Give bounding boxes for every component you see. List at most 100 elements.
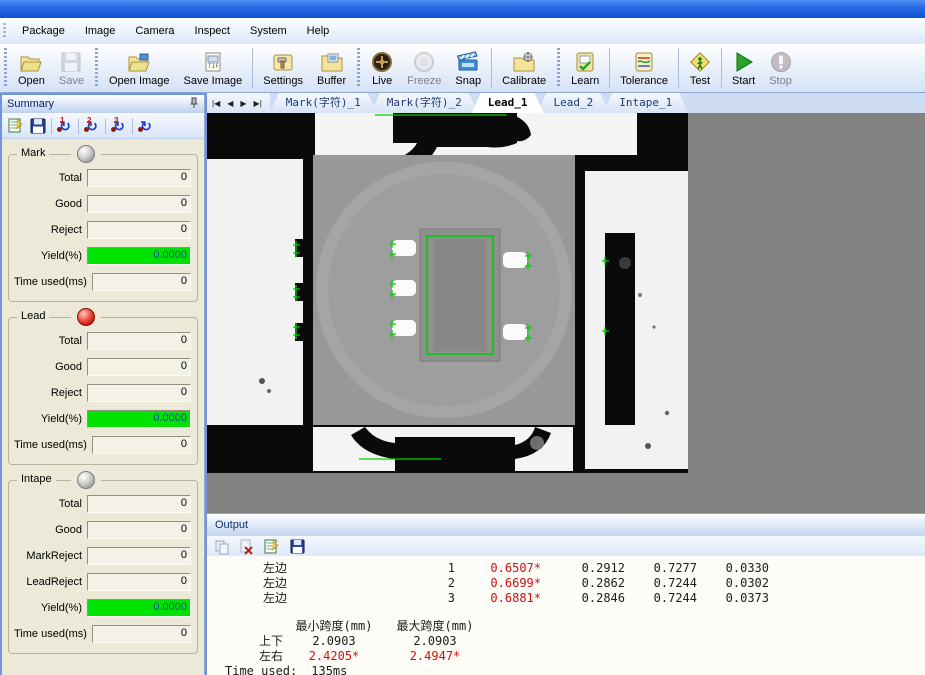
reset-counter-1-icon[interactable]: ↻1 — [54, 115, 76, 136]
pin-icon[interactable] — [189, 97, 199, 112]
save-output-icon[interactable] — [287, 537, 307, 556]
menu-help[interactable]: Help — [297, 22, 340, 40]
value: 0.0373 — [697, 591, 769, 606]
value: 0.2846 — [541, 591, 625, 606]
start-button[interactable]: Start — [725, 45, 762, 91]
value-alarm: 0.6699* — [455, 576, 541, 591]
save-image-button[interactable]: TIF Save Image — [177, 45, 250, 91]
value: 0.0330 — [697, 561, 769, 576]
menu-image[interactable]: Image — [75, 22, 126, 40]
toolbar-separator — [678, 48, 679, 88]
stop-icon — [770, 49, 792, 74]
buffer-button[interactable]: Buffer — [310, 45, 353, 91]
image-viewport — [207, 113, 925, 513]
tab-mark-1[interactable]: Mark(字符)_1 — [270, 93, 377, 113]
tab-intape-1[interactable]: Intape_1 — [603, 93, 688, 113]
toolbar-grip-handle[interactable] — [357, 48, 360, 88]
clear-output-icon[interactable] — [237, 537, 257, 556]
field-label: Yield(%) — [41, 602, 82, 614]
row-index: 3 — [287, 591, 455, 606]
tab-lead-1[interactable]: Lead_1 — [472, 93, 544, 113]
menubar-grip-handle[interactable] — [3, 23, 6, 39]
menu-camera[interactable]: Camera — [125, 22, 184, 40]
toolbar-grip-handle[interactable] — [95, 48, 98, 88]
span-row: 上下2.09032.0903 — [223, 634, 925, 649]
freeze-label: Freeze — [407, 75, 441, 87]
field-label: Time used(ms) — [14, 276, 87, 288]
measurement-row: 左边30.6881*0.28460.72440.0373 — [223, 591, 925, 606]
tab-lead-2[interactable]: Lead_2 — [538, 93, 610, 113]
toolbar-separator — [721, 48, 722, 88]
mark-yield-value: 0.0000 — [87, 247, 191, 265]
export-output-icon[interactable] — [262, 537, 282, 556]
stop-button[interactable]: Stop — [762, 45, 799, 91]
span-min: 2.0903 — [283, 634, 385, 649]
save-icon — [61, 49, 81, 74]
title-bar — [0, 0, 925, 18]
field-label: Total — [59, 498, 82, 510]
menu-inspect[interactable]: Inspect — [185, 22, 240, 40]
tolerance-button[interactable]: Tolerance — [613, 45, 675, 91]
intape-total-value: 0 — [87, 495, 191, 513]
next-tab-icon[interactable]: ▶ — [240, 99, 246, 108]
field-label: Reject — [51, 387, 82, 399]
save-button[interactable]: Save — [52, 45, 91, 91]
mark-group-label: Mark — [17, 147, 49, 159]
dot-glyph — [111, 127, 116, 132]
menu-package[interactable]: Package — [12, 22, 75, 40]
lead-status-led — [77, 308, 95, 326]
open-button[interactable]: Open — [11, 45, 52, 91]
field-label: Yield(%) — [41, 250, 82, 262]
settings-button[interactable]: Settings — [256, 45, 310, 91]
save-image-icon: TIF — [202, 49, 224, 74]
intape-led-wrap — [71, 471, 101, 489]
buffer-label: Buffer — [317, 75, 346, 87]
tolerance-label: Tolerance — [620, 75, 668, 87]
last-tab-icon[interactable]: ▶| — [254, 99, 262, 108]
camera-inspection-image — [207, 113, 688, 473]
inspection-tab-bar: |◀ ◀ ▶ ▶| Mark(字符)_1 Mark(字符)_2 Lead_1 L… — [207, 93, 925, 113]
menu-system[interactable]: System — [240, 22, 297, 40]
lead-yield-value: 0.0000 — [87, 410, 191, 428]
tab-mark-2[interactable]: Mark(字符)_2 — [371, 93, 478, 113]
buffer-icon — [320, 49, 344, 74]
output-title: Output — [215, 519, 248, 531]
counter-digit: 1 — [60, 116, 64, 125]
freeze-button[interactable]: Freeze — [400, 45, 448, 91]
copy-icon[interactable] — [212, 537, 232, 556]
lead-group: Lead Total0 Good0 Reject0 Yield(%)0.0000… — [8, 317, 198, 465]
live-button[interactable]: Live — [364, 45, 400, 91]
summary-panel-header: Summary — [2, 95, 204, 113]
span-label: 上下 — [223, 634, 283, 649]
reset-all-counters-icon[interactable]: ↻ — [135, 115, 157, 136]
span-min-alarm: 2.4205* — [283, 649, 385, 664]
value: 0.7277 — [625, 561, 697, 576]
mark-led-wrap — [71, 145, 101, 163]
summary-toolbar: ↻1 ↻2 ↻3 ↻ — [2, 113, 204, 139]
reset-counter-2-icon[interactable]: ↻2 — [81, 115, 103, 136]
output-panel: Output 左边10.6507*0.29120.72770.0330 左边20… — [207, 513, 925, 675]
summary-panel: Summary ↻1 ↻2 ↻3 ↻ Mark Total0 Good0 Rej… — [2, 95, 205, 675]
test-icon — [689, 49, 711, 74]
lead-good-value: 0 — [87, 358, 191, 376]
save-summary-icon[interactable] — [27, 115, 49, 136]
open-image-button[interactable]: Open Image — [102, 45, 177, 91]
summary-toolbar-separator — [51, 118, 52, 134]
intape-markreject-value: 0 — [87, 547, 191, 565]
mark-group: Mark Total0 Good0 Reject0 Yield(%)0.0000… — [8, 154, 198, 302]
summary-toolbar-separator — [105, 118, 106, 134]
calibrate-button[interactable]: Calibrate — [495, 45, 553, 91]
first-tab-icon[interactable]: |◀ — [212, 99, 220, 108]
reset-counter-3-icon[interactable]: ↻3 — [108, 115, 130, 136]
snap-button[interactable]: Snap — [448, 45, 488, 91]
lead-time-value: 0 — [92, 436, 191, 454]
export-report-icon[interactable] — [5, 115, 27, 136]
learn-button[interactable]: Learn — [564, 45, 606, 91]
live-label: Live — [372, 75, 392, 87]
toolbar-grip-handle[interactable] — [557, 48, 560, 88]
dot-glyph — [57, 127, 62, 132]
toolbar-grip-handle[interactable] — [4, 48, 7, 88]
test-button[interactable]: Test — [682, 45, 718, 91]
field-label: Reject — [51, 224, 82, 236]
prev-tab-icon[interactable]: ◀ — [227, 99, 233, 108]
